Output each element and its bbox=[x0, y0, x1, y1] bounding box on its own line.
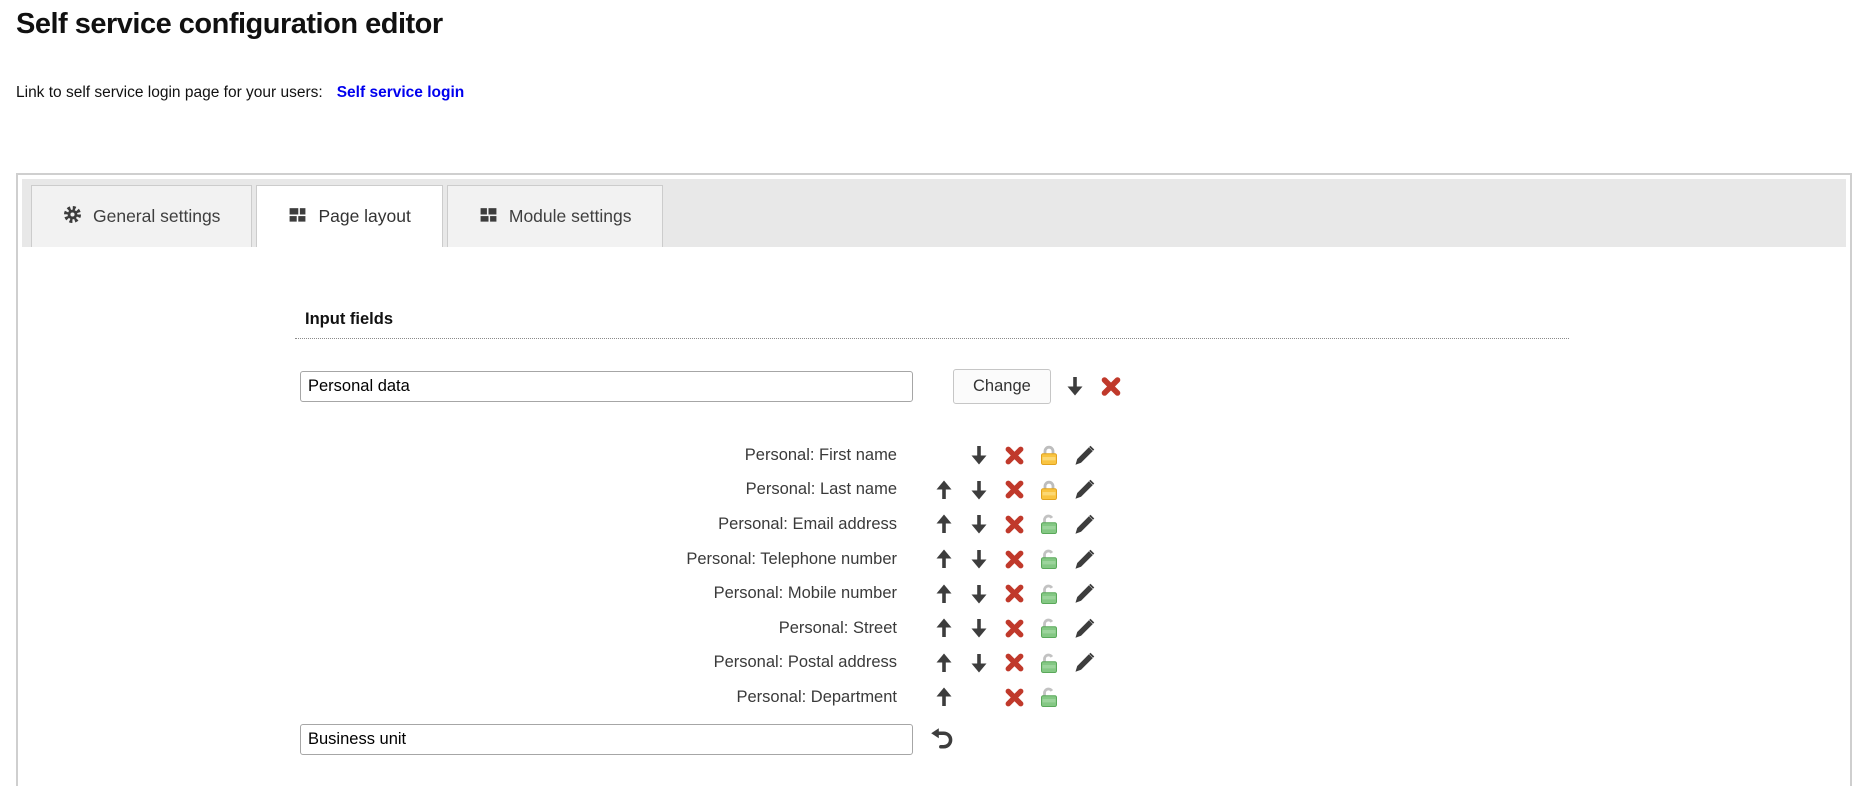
layout-grid-icon bbox=[288, 205, 307, 229]
lock-open-icon[interactable] bbox=[1037, 616, 1061, 640]
new-group-input[interactable] bbox=[300, 724, 913, 755]
move-up-icon[interactable] bbox=[932, 478, 956, 502]
lock-open-icon[interactable] bbox=[1037, 651, 1061, 675]
move-down-icon[interactable] bbox=[967, 478, 991, 502]
delete-icon[interactable] bbox=[1002, 547, 1026, 571]
move-up-icon[interactable] bbox=[932, 616, 956, 640]
edit-pencil-icon[interactable] bbox=[1072, 547, 1096, 571]
field-label: Personal: First name bbox=[300, 446, 897, 465]
group-name-input[interactable] bbox=[300, 371, 913, 402]
input-fields-section: Input fields Change Personal: First name bbox=[295, 310, 1569, 759]
tab-page-layout[interactable]: Page layout bbox=[256, 185, 442, 247]
new-group-row bbox=[300, 721, 1569, 759]
edit-pencil-icon[interactable] bbox=[1072, 616, 1096, 640]
lock-open-icon[interactable] bbox=[1037, 512, 1061, 536]
delete-icon[interactable] bbox=[1002, 512, 1026, 536]
field-row: Personal: Postal address bbox=[300, 646, 1569, 681]
delete-icon[interactable] bbox=[1002, 651, 1026, 675]
tab-label: Module settings bbox=[509, 206, 632, 227]
move-down-icon[interactable] bbox=[967, 547, 991, 571]
tab-general-settings[interactable]: General settings bbox=[31, 185, 252, 247]
edit-pencil-icon[interactable] bbox=[1072, 582, 1096, 606]
move-up-icon[interactable] bbox=[932, 685, 956, 709]
edit-pencil-icon[interactable] bbox=[1072, 512, 1096, 536]
field-row: Personal: Telephone number bbox=[300, 542, 1569, 577]
field-row: Personal: Mobile number bbox=[300, 576, 1569, 611]
move-down-icon[interactable] bbox=[967, 443, 991, 467]
move-down-icon[interactable] bbox=[967, 616, 991, 640]
field-row: Personal: Email address bbox=[300, 507, 1569, 542]
group-move-down-icon[interactable] bbox=[1063, 374, 1087, 398]
group-header-row: Change bbox=[300, 367, 1569, 405]
tab-label: General settings bbox=[93, 206, 220, 227]
self-service-login-link[interactable]: Self service login bbox=[337, 84, 465, 101]
delete-icon[interactable] bbox=[1002, 685, 1026, 709]
login-link-line: Link to self service login page for your… bbox=[16, 84, 464, 102]
move-down-icon[interactable] bbox=[967, 582, 991, 606]
move-up-icon[interactable] bbox=[932, 651, 956, 675]
move-up-icon[interactable] bbox=[932, 547, 956, 571]
field-label: Personal: Street bbox=[300, 619, 897, 638]
delete-icon[interactable] bbox=[1002, 616, 1026, 640]
login-link-intro: Link to self service login page for your… bbox=[16, 84, 323, 101]
modules-grid-icon bbox=[479, 205, 498, 229]
field-row: Personal: First name bbox=[300, 438, 1569, 473]
field-row: Personal: Department bbox=[300, 680, 1569, 715]
field-label: Personal: Department bbox=[300, 688, 897, 707]
lock-closed-icon[interactable] bbox=[1037, 478, 1061, 502]
field-rows: Personal: First name Personal: Last name… bbox=[300, 438, 1569, 715]
section-heading: Input fields bbox=[295, 310, 1569, 339]
move-up-icon[interactable] bbox=[932, 582, 956, 606]
lock-open-icon[interactable] bbox=[1037, 547, 1061, 571]
move-down-icon[interactable] bbox=[967, 512, 991, 536]
edit-pencil-icon[interactable] bbox=[1072, 443, 1096, 467]
field-label: Personal: Mobile number bbox=[300, 584, 897, 603]
tab-label: Page layout bbox=[318, 206, 410, 227]
delete-icon[interactable] bbox=[1002, 443, 1026, 467]
field-label: Personal: Postal address bbox=[300, 653, 897, 672]
lock-open-icon[interactable] bbox=[1037, 685, 1061, 709]
field-label: Personal: Email address bbox=[300, 515, 897, 534]
undo-icon[interactable] bbox=[929, 728, 953, 752]
lock-open-icon[interactable] bbox=[1037, 582, 1061, 606]
move-down-icon[interactable] bbox=[967, 651, 991, 675]
delete-icon[interactable] bbox=[1002, 478, 1026, 502]
field-row: Personal: Last name bbox=[300, 473, 1569, 508]
field-row: Personal: Street bbox=[300, 611, 1569, 646]
gear-icon bbox=[63, 205, 82, 229]
tab-content-page-layout: Input fields Change Personal: First name bbox=[18, 247, 1850, 759]
lock-closed-icon[interactable] bbox=[1037, 443, 1061, 467]
field-label: Personal: Last name bbox=[300, 480, 897, 499]
tab-module-settings[interactable]: Module settings bbox=[447, 185, 664, 247]
delete-icon[interactable] bbox=[1002, 582, 1026, 606]
move-up-icon[interactable] bbox=[932, 512, 956, 536]
field-label: Personal: Telephone number bbox=[300, 550, 897, 569]
configuration-panel: General settings Page layout Module sett… bbox=[16, 173, 1852, 786]
edit-pencil-icon[interactable] bbox=[1072, 651, 1096, 675]
change-button[interactable]: Change bbox=[953, 369, 1051, 404]
tab-strip: General settings Page layout Module sett… bbox=[22, 179, 1846, 247]
page-title: Self service configuration editor bbox=[16, 8, 443, 41]
group-delete-icon[interactable] bbox=[1099, 374, 1123, 398]
edit-pencil-icon[interactable] bbox=[1072, 478, 1096, 502]
